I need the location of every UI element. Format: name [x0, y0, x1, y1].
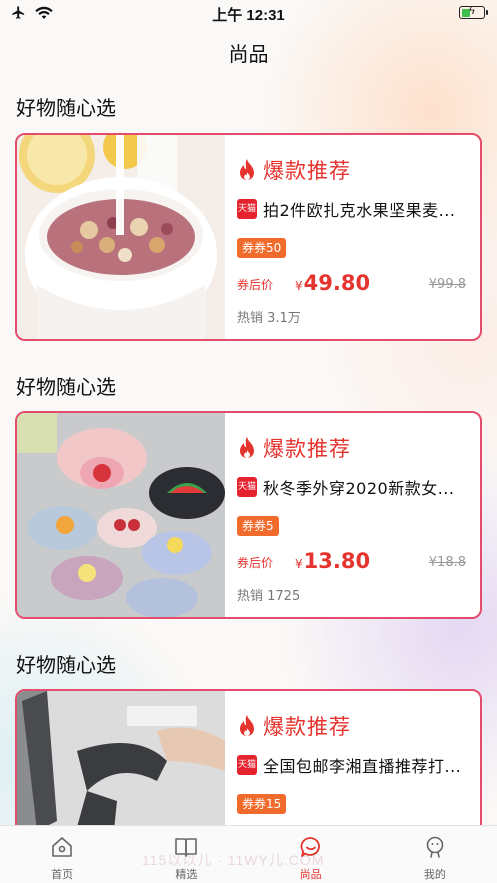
product-name[interactable]: 拍2件欧扎克水果坚果麦... [263, 197, 455, 221]
hot-recommend-label: 爆款推荐 [263, 715, 351, 739]
price-row: 券后价 ¥13.80 ¥18.8 [237, 547, 468, 573]
product-card[interactable]: 爆款推荐 天猫 拍2件欧扎克水果坚果麦... 券券50 券后价 ¥49.80 ¥… [15, 133, 482, 341]
tab-mine[interactable]: 我的 [373, 826, 497, 883]
section-title: 好物随心选 [16, 96, 116, 120]
original-price: ¥99.8 [428, 277, 466, 292]
hot-row: 爆款推荐 [237, 155, 351, 185]
coupon-badge[interactable]: 券券50 [237, 238, 287, 258]
section-title: 好物随心选 [16, 653, 116, 677]
currency-symbol: ¥ [295, 279, 303, 293]
product-title-row: 天猫 全国包邮李湘直播推荐打... [237, 753, 468, 777]
tmall-badge: 天猫 [237, 755, 257, 775]
status-bar: 上午 12:31 ϟ [0, 0, 497, 26]
coupon-badge[interactable]: 券券5 [237, 516, 279, 536]
sales-count: 热销 1725 [237, 589, 301, 604]
tab-home[interactable]: 首页 [0, 826, 124, 883]
original-price: ¥18.8 [428, 555, 466, 570]
price-value: 13.80 [303, 549, 371, 573]
product-image[interactable] [17, 413, 225, 617]
hot-recommend-label: 爆款推荐 [263, 159, 351, 183]
coupon-badge[interactable]: 券券15 [237, 794, 287, 814]
currency-symbol: ¥ [295, 557, 303, 571]
battery-icon: ϟ [459, 5, 488, 19]
product-name[interactable]: 全国包邮李湘直播推荐打... [263, 753, 461, 777]
granola-bowl-image [17, 135, 225, 339]
current-price: ¥49.80 [295, 271, 370, 295]
slippers-image [17, 413, 225, 617]
card-body: 爆款推荐 天猫 拍2件欧扎克水果坚果麦... 券券50 券后价 ¥49.80 ¥… [237, 135, 468, 339]
price-value: 49.80 [303, 271, 371, 295]
user-icon [426, 836, 444, 858]
page-title: 尚品 [228, 42, 269, 66]
hot-row: 爆款推荐 [237, 711, 351, 741]
price-row: 券后价 ¥49.80 ¥99.8 [237, 269, 468, 295]
tmall-badge: 天猫 [237, 477, 257, 497]
flame-icon [240, 437, 254, 458]
sales-count: 热销 3.1万 [237, 311, 301, 326]
home-icon [52, 837, 72, 857]
price-prefix: 券后价 [237, 556, 274, 570]
section-title: 好物随心选 [16, 375, 116, 399]
watermark-text: 115以以儿 · 11WY儿.COM [142, 852, 325, 868]
flame-icon [240, 715, 254, 736]
hot-recommend-label: 爆款推荐 [263, 437, 351, 461]
product-card[interactable]: 爆款推荐 天猫 秋冬季外穿2020新款女... 券券5 券后价 ¥13.80 ¥… [15, 411, 482, 619]
tab-label: 我的 [423, 868, 446, 881]
tab-label: 首页 [51, 868, 74, 881]
current-price: ¥13.80 [295, 549, 370, 573]
price-prefix: 券后价 [237, 278, 274, 292]
status-time: 上午 12:31 [212, 7, 285, 24]
charging-bolt-icon: ϟ [469, 5, 475, 17]
product-image[interactable] [17, 135, 225, 339]
product-name[interactable]: 秋冬季外穿2020新款女... [263, 475, 454, 499]
tmall-badge: 天猫 [237, 199, 257, 219]
product-title-row: 天猫 拍2件欧扎克水果坚果麦... [237, 197, 468, 221]
flame-icon [240, 159, 254, 180]
hot-row: 爆款推荐 [237, 433, 351, 463]
product-title-row: 天猫 秋冬季外穿2020新款女... [237, 475, 468, 499]
card-body: 爆款推荐 天猫 秋冬季外穿2020新款女... 券券5 券后价 ¥13.80 ¥… [237, 413, 468, 617]
